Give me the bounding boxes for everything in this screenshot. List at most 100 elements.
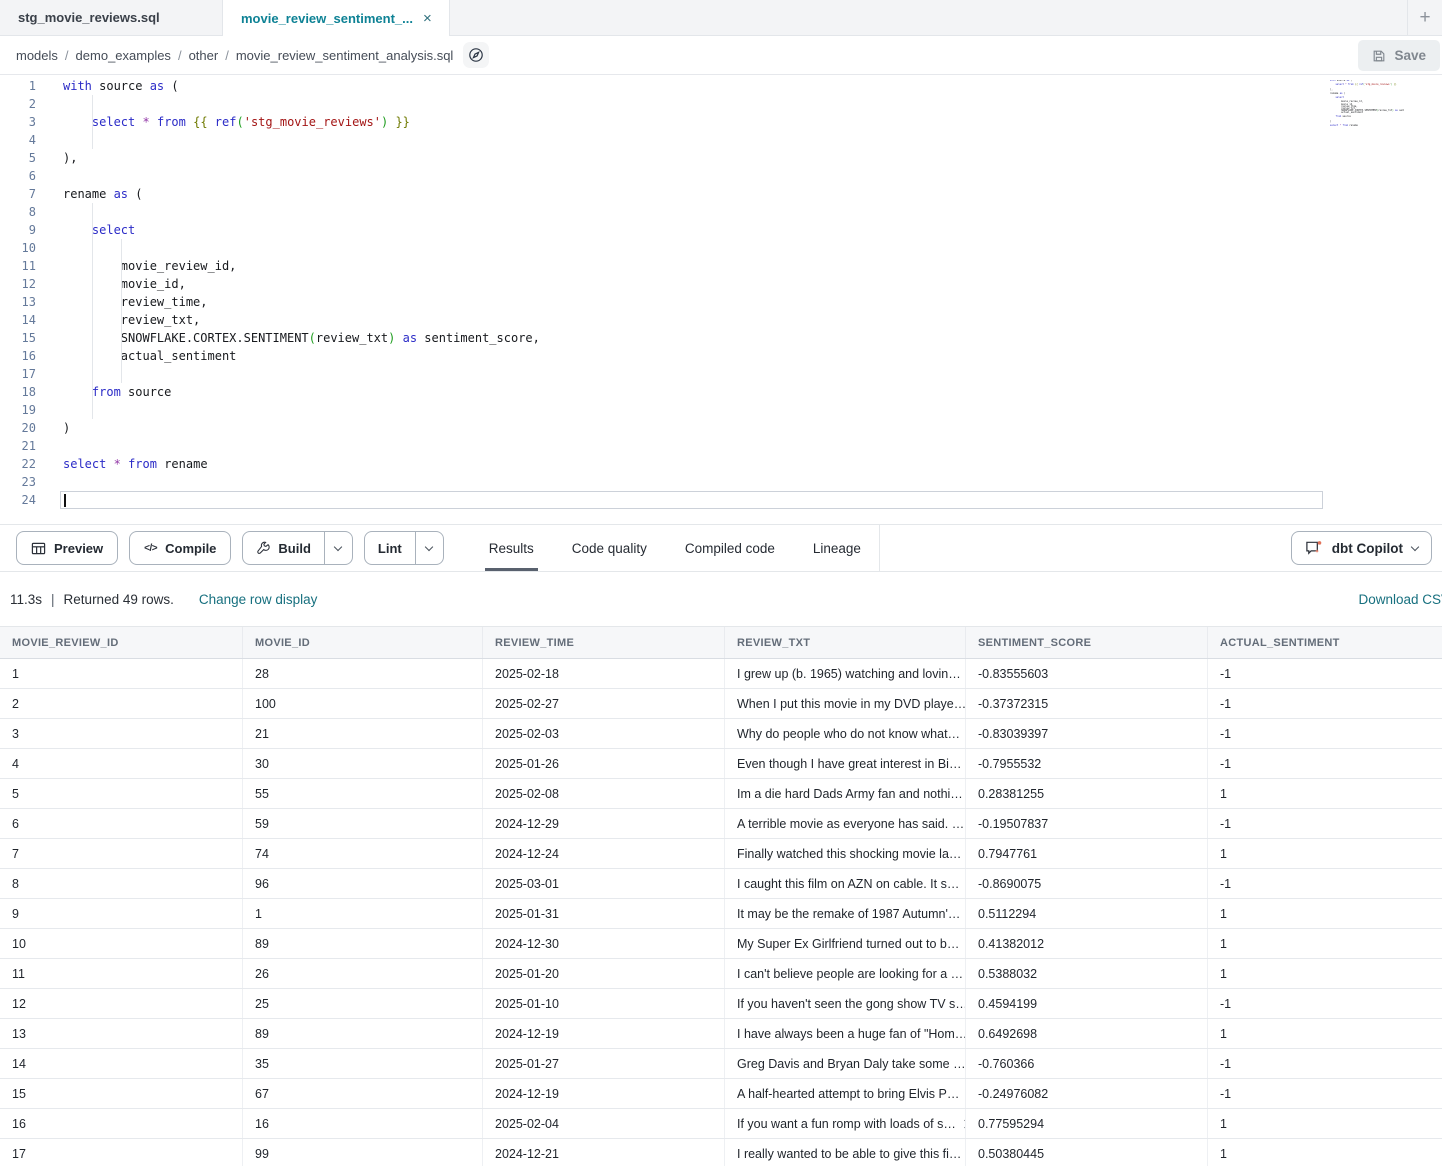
chevron-down-icon (334, 542, 342, 550)
table-row: 17992024-12-21I really wanted to be able… (0, 1139, 1442, 1166)
tab-label: stg_movie_reviews.sql (18, 10, 160, 25)
cell-movie_review_id: 12 (0, 989, 243, 1018)
save-button[interactable]: Save (1358, 40, 1440, 71)
cell-review_time: 2025-01-26 (483, 749, 725, 778)
cell-sentiment_score: -0.19507837 (966, 809, 1208, 838)
code-line: 8 (0, 203, 1442, 221)
build-split-button: Build (242, 531, 353, 565)
cell-movie_review_id: 6 (0, 809, 243, 838)
table-row: 10892024-12-30My Super Ex Girlfriend tur… (0, 929, 1442, 959)
cell-review_txt: It may be the remake of 1987 Autumn'… (725, 899, 966, 928)
lint-button[interactable]: Lint (365, 532, 415, 564)
compass-icon-button[interactable] (463, 42, 489, 68)
cell-review_time: 2025-01-10 (483, 989, 725, 1018)
column-header-review_time[interactable]: REVIEW_TIME (483, 627, 725, 658)
review-text: I can't believe people are looking for a… (737, 967, 963, 981)
cell-movie_id: 26 (243, 959, 483, 988)
cell-review_txt: I caught this film on AZN on cable. It s… (725, 869, 966, 898)
line-number: 3 (0, 113, 36, 131)
cell-movie_id: 1 (243, 899, 483, 928)
review-text: I have always been a huge fan of "Hom… (737, 1027, 966, 1041)
breadcrumb-item[interactable]: models (16, 48, 58, 63)
tab-code-quality[interactable]: Code quality (568, 525, 651, 571)
column-header-sentiment_score[interactable]: SENTIMENT_SCORE (966, 627, 1208, 658)
column-header-review_txt[interactable]: REVIEW_TXT (725, 627, 966, 658)
cell-review_txt: Finally watched this shocking movie la… (725, 839, 966, 868)
indent-guide (121, 239, 122, 383)
tab-stg-movie-reviews[interactable]: stg_movie_reviews.sql (0, 0, 222, 35)
review-text: Greg Davis and Bryan Daly take some … (737, 1057, 966, 1071)
line-number: 15 (0, 329, 36, 347)
breadcrumb: models/demo_examples/other/movie_review_… (16, 48, 453, 63)
cell-movie_review_id: 16 (0, 1109, 243, 1138)
cell-movie_review_id: 4 (0, 749, 243, 778)
table-row: 4302025-01-26 Even though I have great in… (0, 749, 1442, 779)
lint-dropdown[interactable] (415, 532, 443, 564)
build-button[interactable]: Build (243, 532, 324, 564)
table-row: 8962025-03-01I caught this film on AZN o… (0, 869, 1442, 899)
cell-sentiment_score: -0.83555603 (966, 659, 1208, 688)
breadcrumb-item[interactable]: movie_review_sentiment_analysis.sql (236, 48, 454, 63)
tab-lineage[interactable]: Lineage (809, 525, 865, 571)
cell-movie_review_id: 9 (0, 899, 243, 928)
code-line: 3 select * from {{ ref('stg_movie_review… (0, 113, 1442, 131)
download-csv-link[interactable]: Download CSV (1358, 592, 1442, 607)
table-row: 14352025-01-27Greg Davis and Bryan Daly … (0, 1049, 1442, 1079)
wrench-icon (256, 541, 270, 555)
review-text: If you want a fun romp with loads of s… (737, 1117, 956, 1131)
build-dropdown[interactable] (324, 532, 352, 564)
code-line: 17 (0, 365, 1442, 383)
preview-button[interactable]: Preview (16, 531, 118, 565)
column-header-movie_review_id[interactable]: MOVIE_REVIEW_ID (0, 627, 243, 658)
cell-movie_review_id: 3 (0, 719, 243, 748)
column-header-movie_id[interactable]: MOVIE_ID (243, 627, 483, 658)
toolbar-divider (879, 525, 880, 572)
code-icon: </> (144, 543, 157, 554)
review-text: Why do people who do not know what… (737, 727, 960, 741)
review-text: Even though I have great interest in Bi… (737, 757, 961, 771)
cell-review_time: 2025-01-31 (483, 899, 725, 928)
new-tab-button[interactable]: + (1408, 0, 1442, 35)
cell-sentiment_score: -0.83039397 (966, 719, 1208, 748)
line-number: 12 (0, 275, 36, 293)
code-line: 9 select (0, 221, 1442, 239)
table-row: 7742024-12-24Finally watched this shocki… (0, 839, 1442, 869)
cell-review_time: 2025-02-18 (483, 659, 725, 688)
cell-movie_id: 96 (243, 869, 483, 898)
close-tab-icon[interactable]: × (423, 11, 432, 26)
tab-compiled-code[interactable]: Compiled code (681, 525, 779, 571)
breadcrumb-item[interactable]: demo_examples (76, 48, 171, 63)
change-row-display-link[interactable]: Change row display (199, 592, 318, 607)
dbt-copilot-button[interactable]: dbt Copilot (1291, 531, 1432, 565)
code-editor[interactable]: 1with source as (23 select * from {{ ref… (0, 75, 1442, 524)
cell-movie_review_id: 1 (0, 659, 243, 688)
compile-label: Compile (165, 541, 216, 556)
code-line: 12 movie_id, (0, 275, 1442, 293)
cell-sentiment_score: 0.4594199 (966, 989, 1208, 1018)
cell-movie_id: 30 (243, 749, 483, 778)
cell-actual_sentiment: 1 (1208, 1019, 1442, 1048)
cell-review_time: 2024-12-19 (483, 1079, 725, 1108)
minimap[interactable]: with source as ( select * from {{ ref('s… (1330, 80, 1404, 131)
table-row: 11262025-01-20I can't believe people are… (0, 959, 1442, 989)
breadcrumb-separator: / (178, 48, 182, 63)
table-row: 15672024-12-19A half-hearted attempt to … (0, 1079, 1442, 1109)
cell-movie_id: 89 (243, 1019, 483, 1048)
cell-movie_id: 67 (243, 1079, 483, 1108)
tab-movie-review-sentiment-analysis[interactable]: movie_review_sentiment_... × (222, 0, 450, 36)
cell-review_time: 2024-12-30 (483, 929, 725, 958)
cell-review_time: 2025-03-01 (483, 869, 725, 898)
compile-button[interactable]: </> Compile (129, 531, 231, 565)
cell-actual_sentiment: -1 (1208, 689, 1442, 718)
cell-actual_sentiment: 1 (1208, 899, 1442, 928)
compass-icon (468, 47, 484, 63)
cell-movie_id: 16 (243, 1109, 483, 1138)
breadcrumb-item[interactable]: other (189, 48, 219, 63)
column-header-actual_sentiment[interactable]: ACTUAL_SENTIMENT (1208, 627, 1442, 658)
cell-movie_id: 74 (243, 839, 483, 868)
table-row: 912025-01-31It may be the remake of 1987… (0, 899, 1442, 929)
tab-results[interactable]: Results (485, 525, 538, 571)
cell-review_time: 2025-02-08 (483, 779, 725, 808)
review-text: Im a die hard Dads Army fan and nothi… (737, 787, 963, 801)
code-line: 16 actual_sentiment (0, 347, 1442, 365)
